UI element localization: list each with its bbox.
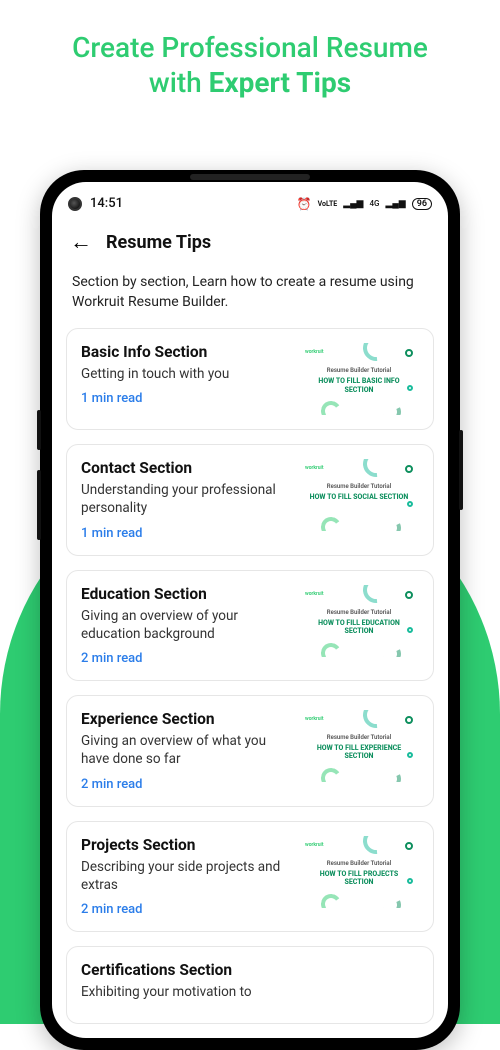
tip-title: Certifications Section [81, 961, 419, 979]
status-bar: 14:51 ⏰ VoLTE ▂▄▆ 4G ▂▄▆ 96 [52, 182, 448, 217]
tip-readtime: 2 min read [81, 777, 289, 792]
hero-line2b: Expert Tips [209, 66, 351, 99]
tip-thumbnail: workruit Resume Builder Tutorial HOW TO … [299, 710, 419, 782]
tip-title: Experience Section [81, 710, 289, 728]
tip-card-education[interactable]: Education Section Giving an overview of … [66, 570, 434, 681]
network-indicator: 4G [369, 199, 379, 208]
tip-title: Education Section [81, 585, 289, 603]
thumb-brand: workruit [305, 465, 324, 471]
tip-readtime: 1 min read [81, 391, 289, 406]
app-header: ← Resume Tips [52, 217, 448, 263]
tip-subtitle: Giving an overview of what you have done… [81, 732, 289, 768]
thumb-subtitle: Resume Builder Tutorial [299, 734, 419, 741]
tip-readtime: 1 min read [81, 526, 289, 541]
tip-title: Basic Info Section [81, 343, 289, 361]
front-camera-icon [68, 197, 82, 211]
tips-list: Basic Info Section Getting in touch with… [52, 328, 448, 1024]
thumb-brand: workruit [305, 349, 324, 355]
tip-card-contact[interactable]: Contact Section Understanding your profe… [66, 444, 434, 555]
thumb-subtitle: Resume Builder Tutorial [299, 483, 419, 490]
tip-title: Projects Section [81, 836, 289, 854]
tip-thumbnail: workruit Resume Builder Tutorial HOW TO … [299, 459, 419, 531]
tip-card-projects[interactable]: Projects Section Describing your side pr… [66, 821, 434, 932]
thumb-brand: workruit [305, 842, 324, 848]
page-title: Resume Tips [106, 232, 211, 253]
battery-indicator: 96 [412, 198, 432, 210]
phone-side-button [37, 470, 41, 540]
thumb-title: HOW TO FILL EDUCATION SECTION [299, 619, 419, 636]
alarm-icon: ⏰ [297, 197, 312, 211]
tip-subtitle: Getting in touch with you [81, 365, 289, 383]
tip-thumbnail: workruit Resume Builder Tutorial HOW TO … [299, 343, 419, 415]
thumb-subtitle: Resume Builder Tutorial [299, 609, 419, 616]
thumb-subtitle: Resume Builder Tutorial [299, 367, 419, 374]
tip-subtitle: Understanding your professional personal… [81, 481, 289, 517]
intro-text: Section by section, Learn how to create … [52, 263, 448, 328]
hero-line1: Create Professional Resume [72, 31, 428, 64]
phone-speaker [190, 174, 310, 180]
thumb-title: HOW TO FILL SOCIAL SECTION [299, 493, 419, 501]
tip-card-certifications[interactable]: Certifications Section Exhibiting your m… [66, 946, 434, 1024]
tip-readtime: 2 min read [81, 651, 289, 666]
phone-side-button [37, 410, 41, 450]
thumb-subtitle: Resume Builder Tutorial [299, 860, 419, 867]
hero-heading: Create Professional Resume with Expert T… [0, 0, 500, 120]
signal-icon: ▂▄▆ [343, 198, 363, 209]
back-button[interactable]: ← [70, 229, 92, 255]
hero-line2a: with [149, 66, 209, 99]
tip-thumbnail: workruit Resume Builder Tutorial HOW TO … [299, 585, 419, 657]
signal-icon: ▂▄▆ [385, 198, 405, 209]
tip-title: Contact Section [81, 459, 289, 477]
thumb-title: HOW TO FILL BASIC INFO SECTION [299, 377, 419, 394]
thumb-title: HOW TO FILL PROJECTS SECTION [299, 870, 419, 887]
tip-subtitle: Exhibiting your motivation to [81, 983, 419, 1001]
tip-card-basic-info[interactable]: Basic Info Section Getting in touch with… [66, 328, 434, 430]
volte-indicator: VoLTE [318, 200, 338, 208]
thumb-brand: workruit [305, 716, 324, 722]
tip-thumbnail: workruit Resume Builder Tutorial HOW TO … [299, 836, 419, 908]
status-time: 14:51 [90, 196, 123, 211]
phone-side-button [459, 430, 463, 510]
tip-readtime: 2 min read [81, 902, 289, 917]
tip-subtitle: Describing your side projects and extras [81, 858, 289, 894]
tip-card-experience[interactable]: Experience Section Giving an overview of… [66, 695, 434, 806]
phone-screen: 14:51 ⏰ VoLTE ▂▄▆ 4G ▂▄▆ 96 ← Resume Tip… [52, 182, 448, 1038]
tip-subtitle: Giving an overview of your education bac… [81, 607, 289, 643]
thumb-title: HOW TO FILL EXPERIENCE SECTION [299, 744, 419, 761]
thumb-brand: workruit [305, 591, 324, 597]
phone-frame: 14:51 ⏰ VoLTE ▂▄▆ 4G ▂▄▆ 96 ← Resume Tip… [40, 170, 460, 1050]
